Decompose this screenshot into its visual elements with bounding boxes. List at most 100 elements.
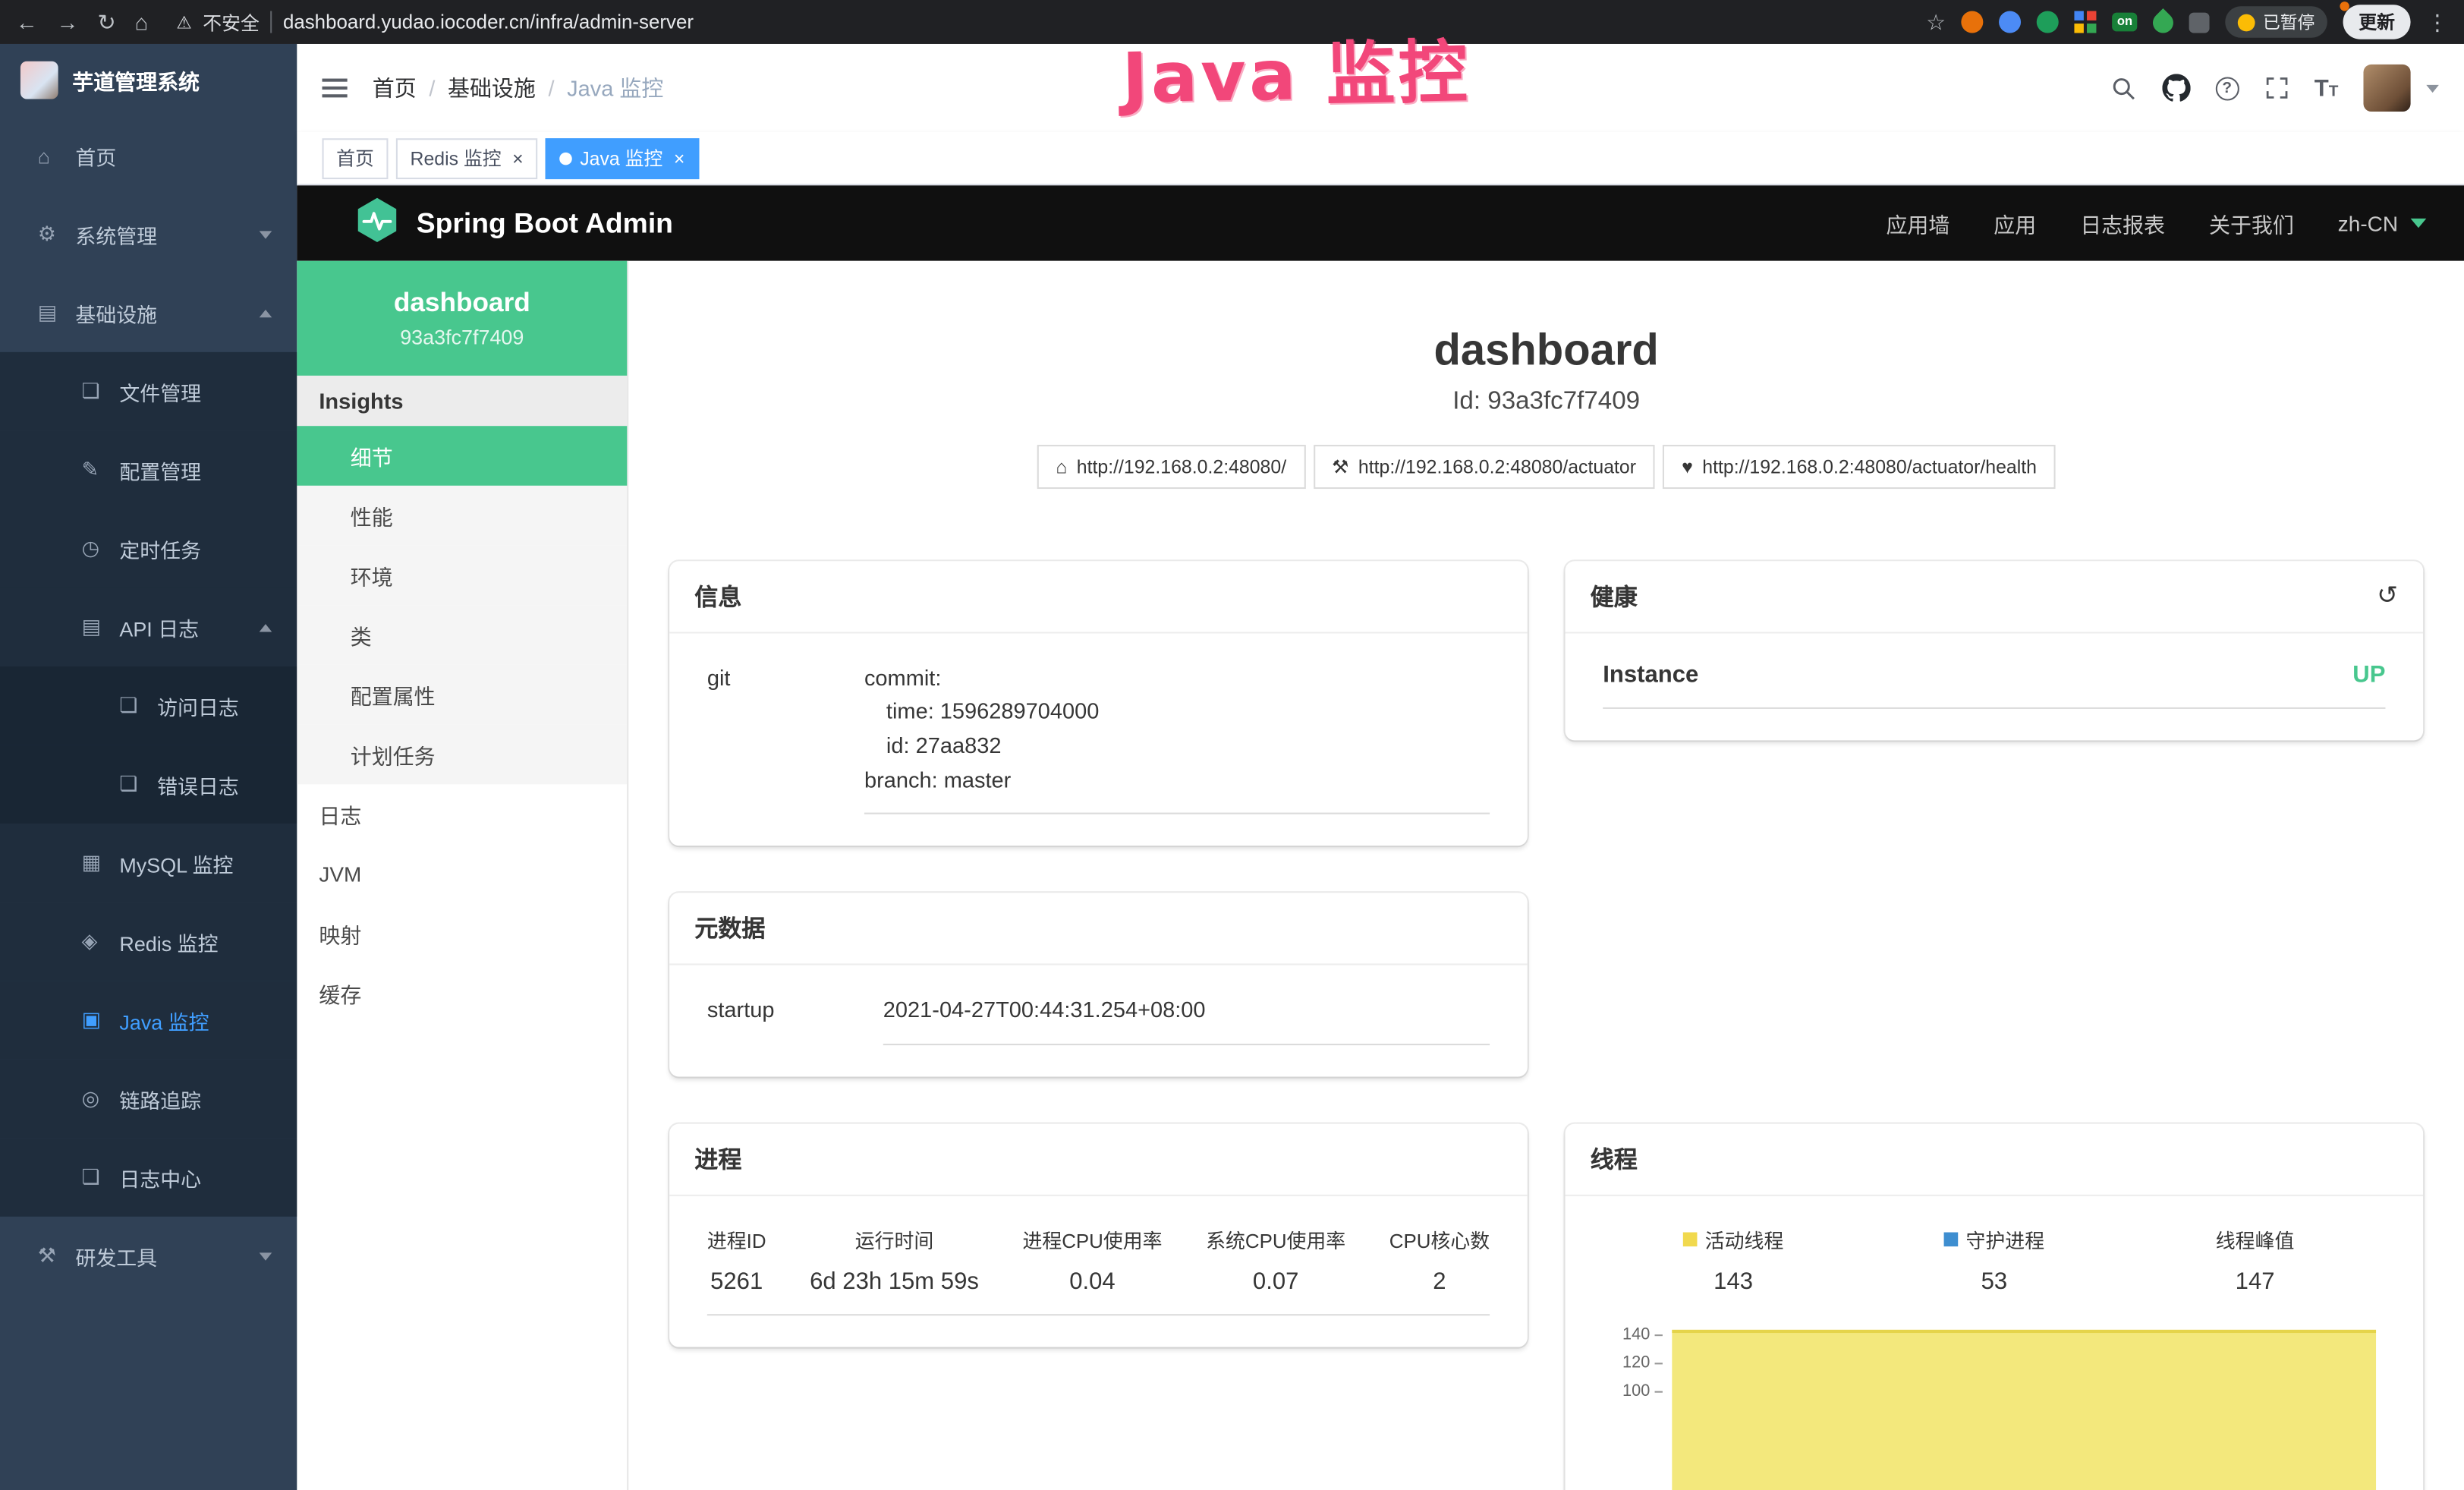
card-header: 健康 ↺	[1566, 560, 2424, 632]
breadcrumb-item[interactable]: 首页	[373, 72, 417, 103]
health-url-link[interactable]: ♥ http://192.168.0.2:48080/actuator/heal…	[1663, 444, 2056, 488]
close-icon[interactable]: ×	[674, 149, 685, 168]
bookmark-star-icon[interactable]: ☆	[1926, 11, 1946, 33]
fontsize-icon[interactable]: TT	[2315, 74, 2339, 101]
tab-java-monitor[interactable]: Java 监控 ×	[546, 137, 699, 178]
hamburger-icon[interactable]	[323, 79, 348, 98]
paused-badge[interactable]: 已暂停	[2225, 6, 2327, 37]
sba-item-config-props[interactable]: 配置属性	[297, 665, 627, 725]
close-icon[interactable]: ×	[512, 149, 524, 168]
sba-item-scheduled-tasks[interactable]: 计划任务	[297, 725, 627, 785]
metric-value: 2	[1389, 1268, 1490, 1295]
sidebar-item-trace[interactable]: ◎ 链路追踪	[0, 1060, 297, 1139]
sidebar-item-scheduled-tasks[interactable]: ◷ 定时任务	[0, 509, 297, 588]
info-line: id: 27aa832	[864, 729, 1490, 764]
sba-nav-journal[interactable]: 日志报表	[2080, 207, 2165, 238]
logo-image	[20, 61, 58, 99]
tab-redis-monitor[interactable]: Redis 监控 ×	[396, 137, 537, 178]
redis-icon: ◈	[82, 929, 120, 954]
sba-header: Spring Boot Admin 应用墙 应用 日志报表 关于我们 zh-CN	[297, 185, 2464, 260]
sba-item-details[interactable]: 细节	[297, 426, 627, 486]
sba-item-label: 环境	[351, 559, 393, 591]
sba-item-loggers[interactable]: 日志	[297, 784, 627, 844]
eye-icon: ◎	[82, 1086, 120, 1111]
sidebar-item-dev-tools[interactable]: ⚒ 研发工具	[0, 1217, 297, 1296]
update-button[interactable]: 更新	[2343, 5, 2411, 39]
sba-nav-applications[interactable]: 应用	[1994, 207, 2036, 238]
sidebar-item-access-logs[interactable]: ❏ 访问日志	[0, 666, 297, 745]
screen: ← → ↻ ⌂ ⚠ 不安全 dashboard.yudao.iocoder.cn…	[0, 0, 2464, 1490]
sba-group-insights: Insights	[297, 376, 627, 426]
sidebar-item-mysql-monitor[interactable]: ▦ MySQL 监控	[0, 824, 297, 903]
extension-on-badge[interactable]: on	[2113, 13, 2138, 32]
sba-item-classes[interactable]: 类	[297, 605, 627, 665]
sba-language-select[interactable]: zh-CN	[2338, 212, 2398, 235]
sidebar-item-api-logs[interactable]: ▤ API 日志	[0, 587, 297, 666]
sidebar-item-redis-monitor[interactable]: ◈ Redis 监控	[0, 903, 297, 981]
metric-value: 6d 23h 15m 59s	[810, 1268, 979, 1295]
sba-instance-header[interactable]: dashboard 93a3fc7f7409	[297, 261, 627, 376]
sidebar-item-label: 链路追踪	[119, 1084, 201, 1114]
sba-item-jvm[interactable]: JVM	[297, 844, 627, 904]
extension-grid-icon[interactable]	[2075, 11, 2097, 33]
spring-boot-admin: Spring Boot Admin 应用墙 应用 日志报表 关于我们 zh-CN	[297, 185, 2464, 1490]
avatar[interactable]	[2363, 65, 2410, 112]
threads-chart: 140 120 100	[1603, 1321, 2385, 1490]
extension-blue-icon[interactable]	[2000, 11, 2022, 33]
reload-icon[interactable]: ↻	[97, 11, 115, 33]
forward-icon[interactable]: →	[57, 11, 79, 33]
legend-swatch-yellow	[1683, 1233, 1698, 1247]
sba-item-mappings[interactable]: 映射	[297, 904, 627, 964]
sba-item-environment[interactable]: 环境	[297, 546, 627, 606]
sidebar-item-label: 日志中心	[119, 1162, 201, 1192]
sidebar-item-infrastructure[interactable]: ▤ 基础设施	[0, 273, 297, 352]
sba-body: dashboard 93a3fc7f7409 Insights 细节 性能 环境…	[297, 261, 2464, 1490]
sba-item-label: 缓存	[319, 978, 361, 1009]
extension-puzzle-icon[interactable]	[2189, 12, 2210, 33]
instance-links: ⌂ http://192.168.0.2:48080/ ⚒ http://192…	[628, 444, 2464, 488]
sidebar-item-system[interactable]: ⚙ 系统管理	[0, 195, 297, 274]
history-icon[interactable]: ↺	[2377, 580, 2398, 611]
breadcrumb: 首页 / 基础设施 / Java 监控	[373, 72, 664, 103]
extension-leaf-icon[interactable]	[2148, 8, 2177, 36]
sba-item-label: JVM	[319, 862, 361, 886]
gear-icon: ⚙	[38, 222, 76, 247]
tools-icon: ⚒	[38, 1243, 76, 1268]
home-nav-icon[interactable]: ⌂	[135, 11, 149, 33]
sba-item-metrics[interactable]: 性能	[297, 486, 627, 546]
github-icon[interactable]	[2162, 74, 2190, 102]
card-header: 进程	[669, 1124, 1528, 1196]
avatar-caret-icon[interactable]	[2426, 84, 2439, 92]
extension-fox-icon[interactable]	[1962, 11, 1984, 33]
extension-green-icon[interactable]	[2037, 11, 2059, 33]
card-title: 元数据	[694, 912, 765, 945]
monitor-icon: ▣	[82, 1007, 120, 1032]
metadata-value: 2021-04-27T00:44:31.254+08:00	[883, 994, 1490, 1045]
back-icon[interactable]: ←	[16, 11, 38, 33]
sidebar-item-config-management[interactable]: ✎ 配置管理	[0, 430, 297, 509]
card-title: 线程	[1591, 1143, 1638, 1176]
sba-nav: 应用墙 应用 日志报表 关于我们 zh-CN	[1886, 207, 2426, 238]
actuator-url-link[interactable]: ⚒ http://192.168.0.2:48080/actuator	[1313, 444, 1655, 488]
sidebar-item-log-center[interactable]: ❏ 日志中心	[0, 1138, 297, 1217]
sidebar-item-label: MySQL 监控	[119, 848, 233, 877]
sba-brand[interactable]: Spring Boot Admin	[354, 196, 673, 250]
browser-menu-icon[interactable]: ⋮	[2426, 11, 2448, 33]
sidebar-item-file-management[interactable]: ❏ 文件管理	[0, 352, 297, 431]
sidebar-item-home[interactable]: ⌂ 首页	[0, 116, 297, 195]
spring-boot-logo-icon	[354, 196, 401, 250]
address-bar[interactable]: ⚠ 不安全 dashboard.yudao.iocoder.cn/infra/a…	[176, 8, 694, 35]
fullscreen-icon[interactable]	[2264, 75, 2289, 100]
url-text[interactable]: dashboard.yudao.iocoder.cn/infra/admin-s…	[283, 11, 694, 33]
help-icon[interactable]: ?	[2215, 76, 2239, 99]
sidebar-item-java-monitor[interactable]: ▣ Java 监控	[0, 981, 297, 1060]
sba-nav-about[interactable]: 关于我们	[2209, 207, 2294, 238]
sba-nav-wallboard[interactable]: 应用墙	[1886, 207, 1949, 238]
search-icon[interactable]	[2110, 74, 2137, 101]
breadcrumb-item[interactable]: 基础设施	[448, 72, 536, 103]
sba-item-caches[interactable]: 缓存	[297, 963, 627, 1023]
sidebar-item-error-logs[interactable]: ❏ 错误日志	[0, 745, 297, 824]
chevron-up-icon	[260, 309, 272, 317]
tab-home[interactable]: 首页	[323, 137, 389, 178]
service-url-link[interactable]: ⌂ http://192.168.0.2:48080/	[1037, 444, 1304, 488]
